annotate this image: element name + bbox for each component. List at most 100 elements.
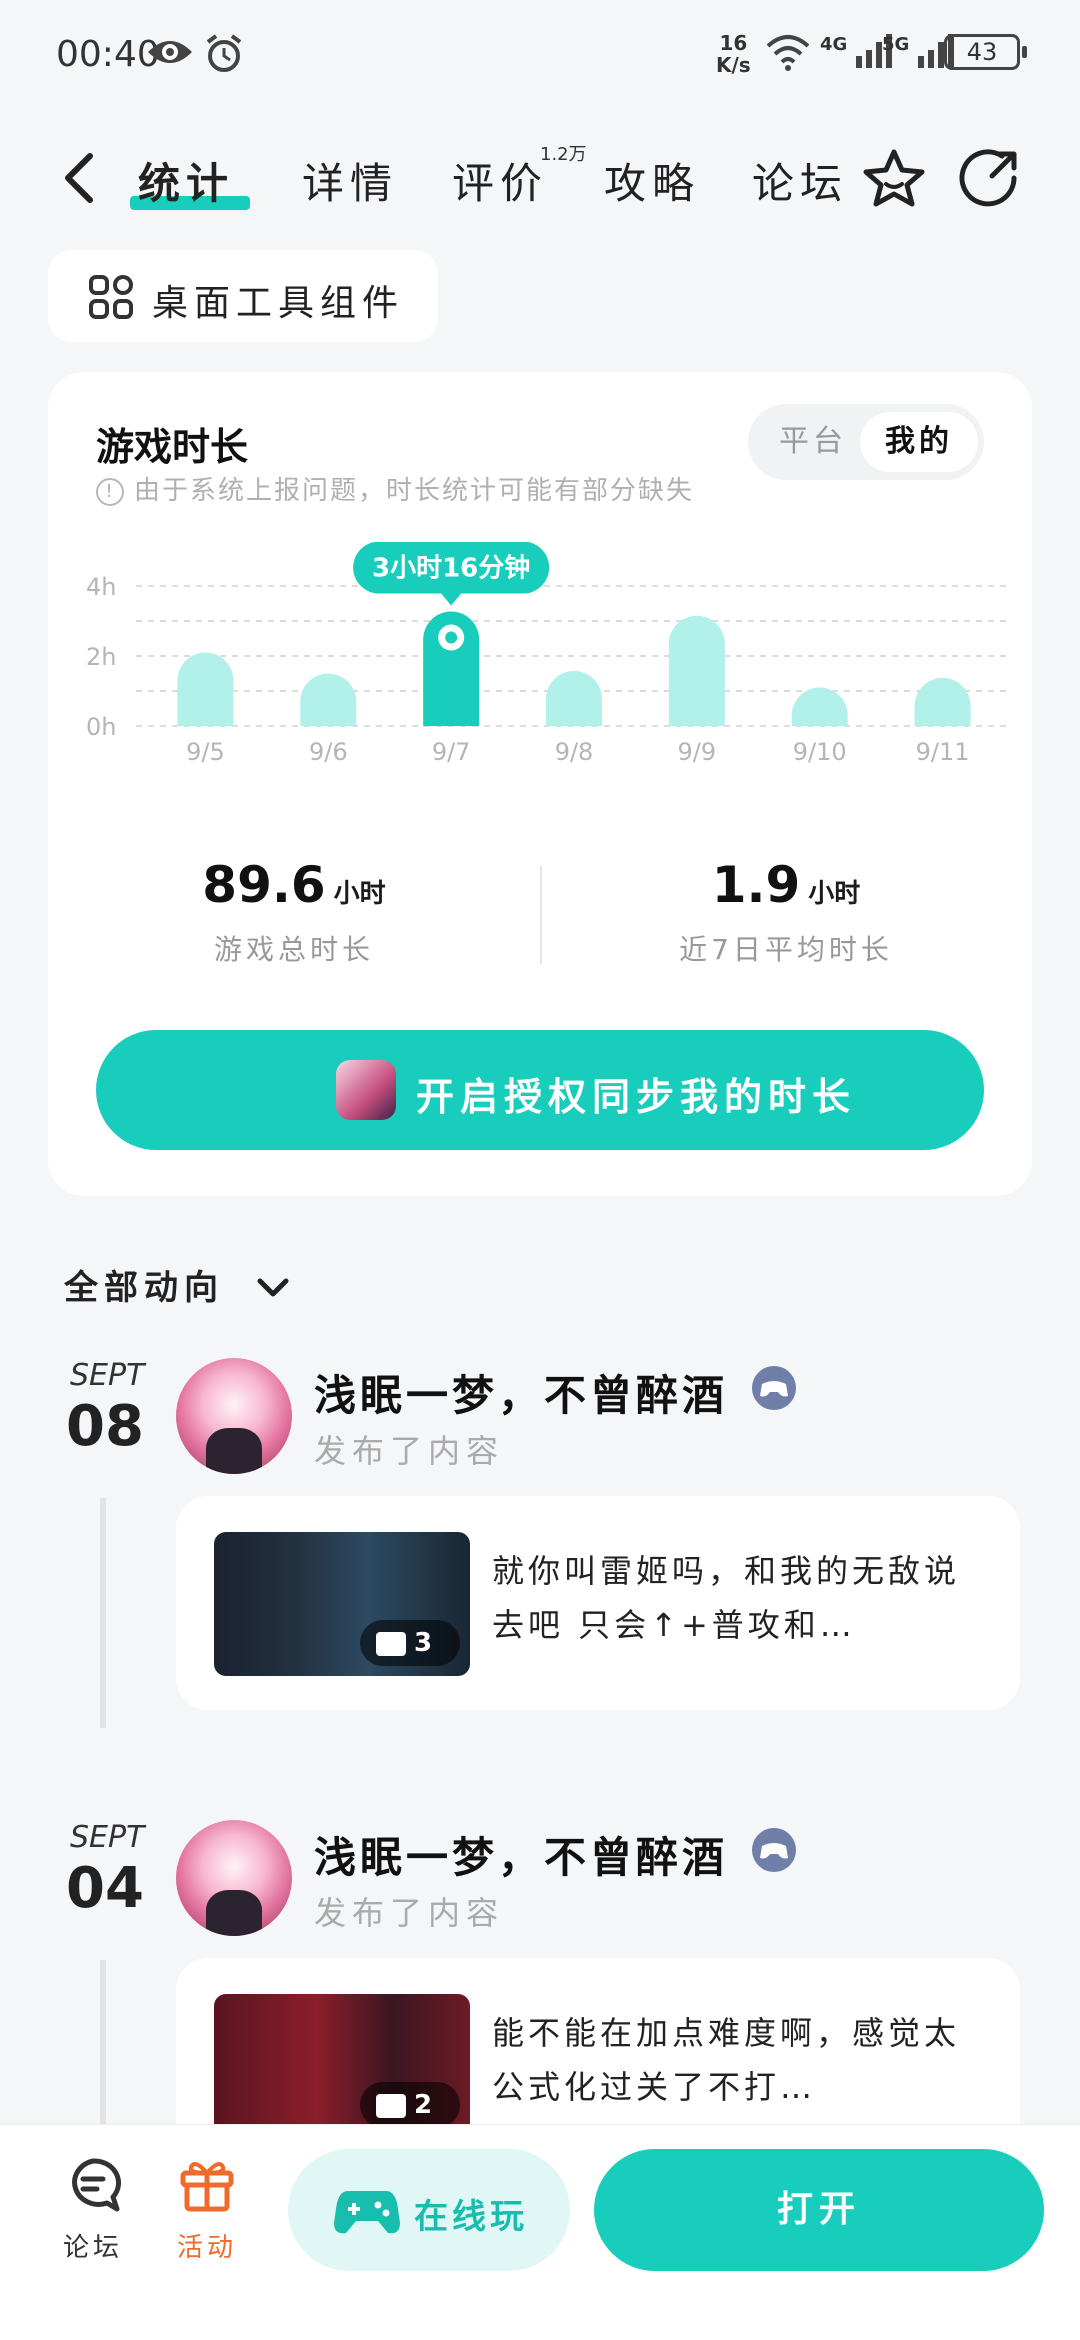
highlight-marker-dot — [445, 631, 458, 644]
net-speed-value: 16 — [719, 31, 748, 55]
share-icon[interactable] — [958, 146, 1022, 210]
bottom-activity-label: 活动 — [176, 2233, 237, 2263]
review-count-badge: 1.2万 — [540, 144, 587, 165]
y-tick-label: 4h — [86, 573, 116, 601]
user-avatar[interactable] — [176, 1820, 292, 1936]
tab-forum[interactable]: 论坛 — [752, 150, 848, 211]
image-icon — [376, 2094, 406, 2118]
x-tick-label: 9/8 — [555, 738, 594, 766]
tab-guides[interactable]: 攻略 — [604, 150, 700, 211]
post-thumbnail[interactable]: 2 — [214, 1994, 470, 2138]
avg-time-unit: 小时 — [808, 879, 861, 909]
post-action: 发布了内容 — [314, 1894, 505, 1932]
sync-button-label: 开启授权同步我的时长 — [416, 1075, 857, 1119]
tab-stats[interactable]: 统计 — [138, 150, 234, 211]
favorite-star-icon[interactable] — [862, 146, 926, 210]
y-tick-label: 2h — [86, 643, 116, 671]
avg-time-label: 近7日平均时长 — [679, 933, 893, 966]
chart-bar — [546, 670, 602, 726]
chevron-down-icon — [256, 1268, 290, 1308]
chart-bar — [791, 687, 848, 726]
signal-5g-label: 5G — [882, 34, 910, 55]
feed-post: SEPT 08 浅眠一梦，不曾醉酒 发布了内容 3 就你叫雷姬吗，和我的无敌说去… — [0, 1358, 1080, 1728]
widget-grid-icon — [88, 274, 134, 324]
image-count-badge: 3 — [360, 1620, 460, 1666]
highlight-tooltip-label: 3小时16分钟 — [372, 553, 530, 584]
feed-filter-dropdown[interactable]: 全部动向 — [64, 1260, 290, 1309]
post-day: 04 — [66, 1856, 144, 1921]
x-tick-label: 9/5 — [186, 738, 225, 766]
image-count: 3 — [414, 1628, 433, 1658]
card-note: ! 由于系统上报问题，时长统计可能有部分缺失 — [96, 470, 694, 507]
chart-bar — [668, 615, 725, 726]
post-day: 08 — [66, 1394, 144, 1459]
x-tick-label: 9/6 — [309, 738, 348, 766]
post-snippet: 能不能在加点难度啊，感觉太公式化过关了不打… — [492, 2014, 961, 2106]
back-button[interactable] — [56, 150, 104, 206]
post-username[interactable]: 浅眠一梦，不曾醉酒 — [314, 1362, 728, 1423]
image-count-badge: 2 — [360, 2082, 460, 2128]
summary-stats: 89.6 小时 游戏总时长 1.9 小时 近7日平均时长 — [48, 856, 1032, 986]
image-count: 2 — [414, 2090, 433, 2120]
y-tick-label: 0h — [86, 713, 116, 741]
post-snippet: 就你叫雷姬吗，和我的无敌说去吧 只会↑+普攻和… — [492, 1552, 961, 1644]
x-tick-label: 9/9 — [678, 738, 717, 766]
play-time-chart: 0h 2h 4h 9/5 9/6 9/7 3小时16分钟 9/8 9/9 9/10 9/11 — [86, 542, 1012, 766]
alarm-icon — [204, 34, 244, 78]
status-bar: 00:40 16 K/s 4G 5G 43 — [0, 0, 1080, 110]
online-play-label: 在线玩 — [414, 2197, 528, 2237]
post-action: 发布了内容 — [314, 1432, 505, 1470]
post-month: SEPT — [70, 1358, 145, 1393]
chat-bubble-icon — [63, 2155, 123, 2215]
feed-filter-label: 全部动向 — [64, 1268, 224, 1308]
widget-label: 桌面工具组件 — [152, 283, 405, 324]
gamepad-icon — [334, 2183, 400, 2241]
play-time-card: 游戏时长 ! 由于系统上报问题，时长统计可能有部分缺失 平台 我的 0h 2h 4h 9… — [48, 372, 1032, 1196]
desktop-widget-button[interactable]: 桌面工具组件 — [48, 250, 438, 342]
total-time-stat: 89.6 小时 游戏总时长 — [48, 856, 540, 968]
info-icon: ! — [96, 477, 124, 506]
x-tick-label: 9/11 — [916, 738, 970, 766]
gift-icon — [177, 2155, 237, 2215]
signal-4g-label: 4G — [820, 34, 848, 55]
game-avatar — [336, 1060, 396, 1120]
tab-reviews[interactable]: 评价 — [452, 150, 548, 211]
eye-icon — [146, 34, 194, 74]
card-title: 游戏时长 — [96, 425, 249, 469]
post-thumbnail[interactable]: 3 — [214, 1532, 470, 1676]
image-icon — [376, 1632, 406, 1656]
total-time-unit: 小时 — [333, 879, 386, 909]
gamepad-badge-icon — [752, 1828, 796, 1872]
platform-mine-toggle: 平台 我的 — [748, 404, 984, 480]
sync-time-button[interactable]: 开启授权同步我的时长 — [96, 1030, 984, 1150]
chart-bar — [914, 677, 971, 726]
toggle-platform[interactable]: 平台 — [754, 412, 872, 472]
card-note-text: 由于系统上报问题，时长统计可能有部分缺失 — [134, 476, 695, 506]
status-time: 00:40 — [56, 34, 160, 75]
bottom-activity-button[interactable]: 活动 — [162, 2155, 252, 2264]
online-play-button[interactable]: 在线玩 — [288, 2149, 570, 2271]
open-game-button[interactable]: 打开 — [594, 2149, 1044, 2271]
x-tick-label: 9/10 — [793, 738, 847, 766]
battery-indicator: 43 — [944, 34, 1027, 70]
chart-bar — [300, 673, 357, 726]
post-content-card[interactable]: 3 就你叫雷姬吗，和我的无敌说去吧 只会↑+普攻和… — [176, 1496, 1020, 1710]
net-speed-unit: K/s — [716, 53, 751, 77]
user-avatar[interactable] — [176, 1358, 292, 1474]
net-speed: 16 K/s — [716, 32, 751, 76]
tab-details[interactable]: 详情 — [302, 150, 398, 211]
bottom-forum-button[interactable]: 论坛 — [48, 2155, 138, 2264]
wifi-icon — [764, 34, 812, 76]
bottom-bar: 论坛 活动 在线玩 打开 — [0, 2124, 1080, 2340]
timeline-line — [100, 1498, 106, 1728]
x-tick-label: 9/7 — [432, 738, 471, 766]
avg-time-stat: 1.9 小时 近7日平均时长 — [540, 856, 1032, 968]
chart-bar — [177, 652, 234, 726]
back-arrow-icon — [65, 153, 93, 203]
gamepad-badge-icon — [752, 1366, 796, 1410]
post-username[interactable]: 浅眠一梦，不曾醉酒 — [314, 1824, 728, 1885]
highlight-tooltip-pointer — [441, 593, 462, 606]
avg-time-value: 1.9 — [711, 856, 801, 914]
bottom-forum-label: 论坛 — [62, 2233, 123, 2263]
toggle-mine[interactable]: 我的 — [860, 412, 978, 472]
